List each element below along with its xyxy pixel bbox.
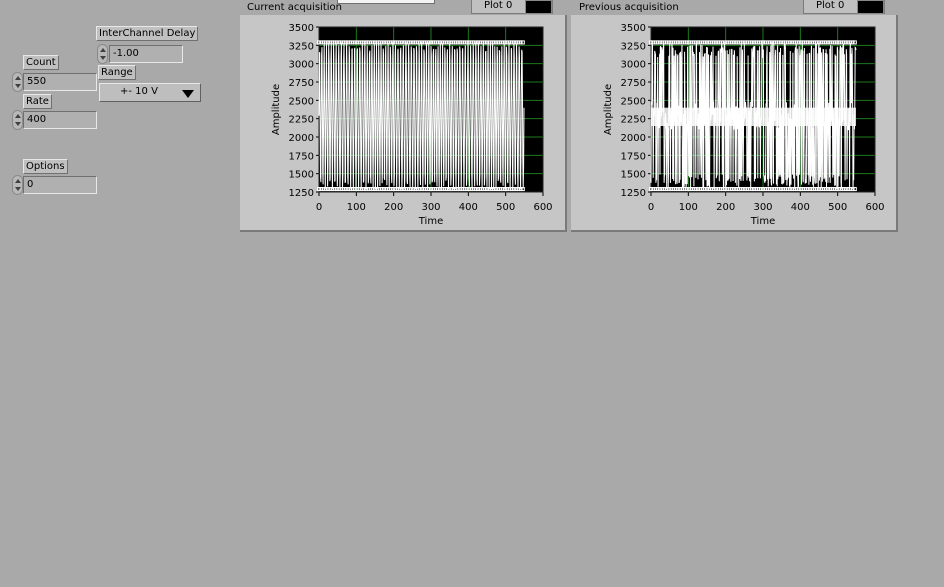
options-label: Options bbox=[23, 159, 68, 174]
interchannel-delay-label: InterChannel Delay bbox=[96, 26, 199, 41]
rate-spinner[interactable] bbox=[12, 110, 23, 130]
interchannel-delay-spinner[interactable] bbox=[97, 44, 108, 64]
range-label: Range bbox=[98, 65, 136, 80]
legend-label: Plot 0 bbox=[816, 0, 845, 11]
legend-label: Plot 0 bbox=[484, 0, 513, 11]
plot-legend[interactable]: Plot 0 bbox=[803, 0, 885, 14]
count-spinner[interactable] bbox=[12, 72, 23, 92]
plot-line-sample-icon[interactable] bbox=[525, 0, 552, 14]
options-field[interactable]: 0 bbox=[23, 176, 97, 194]
rate-field[interactable]: 400 bbox=[23, 111, 97, 129]
rate-label: Rate bbox=[23, 94, 52, 109]
graph-title: Previous acquisition bbox=[579, 2, 679, 13]
plot-legend[interactable]: Plot 0 bbox=[471, 0, 553, 14]
front-panel: Count 550 Rate 400 Options 0 InterChanne… bbox=[0, 0, 944, 587]
current-acquisition-graph[interactable]: Current acquisition bbox=[240, 2, 567, 232]
count-label: Count bbox=[23, 55, 59, 70]
previous-acquisition-graph[interactable]: Previous acquisition bbox=[571, 2, 898, 232]
options-spinner[interactable] bbox=[12, 175, 23, 195]
count-field[interactable]: 550 bbox=[23, 73, 97, 91]
dropdown-arrow-icon[interactable] bbox=[182, 90, 194, 98]
interchannel-delay-field[interactable]: -1.00 bbox=[109, 45, 183, 63]
plot-line-sample-icon[interactable] bbox=[857, 0, 884, 14]
range-value: +- 10 V bbox=[120, 86, 158, 97]
top-field-edge bbox=[337, 0, 435, 4]
range-ring[interactable]: +- 10 V bbox=[99, 83, 201, 102]
graph-title: Current acquisition bbox=[247, 2, 342, 13]
